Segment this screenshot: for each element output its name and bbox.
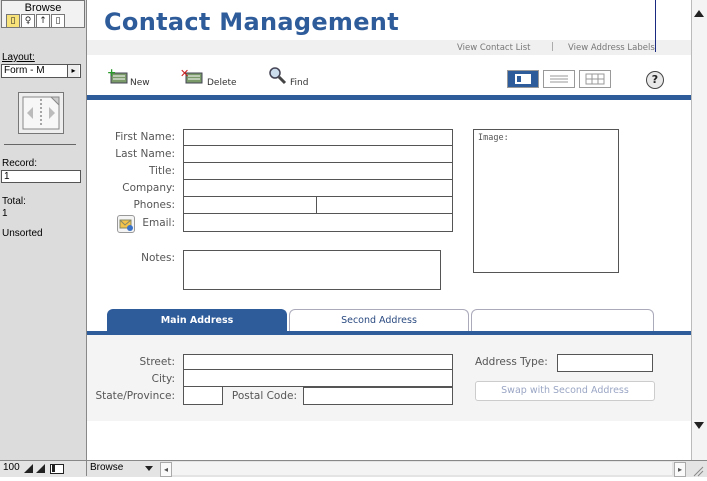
mode-select-value: Browse <box>90 462 124 473</box>
image-label: Image: <box>478 133 509 143</box>
pointer-line <box>655 0 656 52</box>
address-type-label: Address Type: <box>475 356 548 368</box>
record-book[interactable] <box>18 92 64 134</box>
street-label: Street: <box>139 356 175 368</box>
email-icon <box>119 219 133 231</box>
header-divider <box>87 95 691 100</box>
address-type-field[interactable] <box>557 354 653 372</box>
send-email-button[interactable] <box>117 215 135 233</box>
scroll-right-icon[interactable]: ▸ <box>674 462 686 477</box>
page-title: Contact Management <box>104 8 399 36</box>
company-field[interactable] <box>183 180 453 197</box>
postal-code-label: Postal Code: <box>231 390 297 402</box>
layout-mode-icon[interactable]: ↑ <box>36 14 50 28</box>
state-province-label: State/Province: <box>95 390 175 402</box>
first-name-label: First Name: <box>115 131 175 143</box>
title-label: Title: <box>148 165 175 177</box>
status-area: Browse ▯ ♀ ↑ ▯ Layout: Form - M ▸ Record… <box>0 0 87 460</box>
zoom-in-icon[interactable] <box>36 464 45 473</box>
svg-text:✕: ✕ <box>180 68 189 80</box>
tab-empty[interactable] <box>471 309 654 331</box>
browse-mode-icon[interactable]: ▯ <box>6 14 20 28</box>
title-field[interactable] <box>183 163 453 180</box>
delete-label: Delete <box>207 78 237 88</box>
notes-field[interactable] <box>183 250 441 290</box>
preview-mode-icon[interactable]: ▯ <box>51 14 65 28</box>
mode-label: Browse <box>24 2 62 14</box>
delete-record-icon: ✕ <box>180 67 204 88</box>
phones-label: Phones: <box>133 199 175 211</box>
chevron-right-icon[interactable]: ▸ <box>67 65 79 77</box>
chevron-down-icon[interactable] <box>145 466 153 471</box>
table-view-icon <box>585 73 605 85</box>
scroll-left-icon[interactable]: ◂ <box>160 462 172 477</box>
magnifier-icon <box>268 66 288 90</box>
link-separator: | <box>551 42 555 52</box>
phone-2-field[interactable] <box>316 197 453 214</box>
new-label: New <box>130 78 150 88</box>
status-area-toggle-fill <box>52 465 55 472</box>
resize-grip-icon[interactable] <box>690 462 704 477</box>
record-slider[interactable] <box>4 144 76 145</box>
email-field[interactable] <box>183 214 453 232</box>
book-icon <box>22 96 60 130</box>
record-number-field[interactable]: 1 <box>1 170 81 183</box>
scroll-down-icon[interactable] <box>694 422 704 429</box>
mode-box: Browse ▯ ♀ ↑ ▯ <box>1 0 85 28</box>
horizontal-scrollbar[interactable] <box>172 462 672 475</box>
zoom-out-icon[interactable] <box>24 464 33 473</box>
last-name-field[interactable] <box>183 146 453 163</box>
notes-label: Notes: <box>141 252 175 264</box>
phone-1-field[interactable] <box>183 197 317 214</box>
list-view-button[interactable] <box>543 70 575 88</box>
list-view-icon <box>550 75 568 83</box>
layout-select-value: Form - M <box>4 65 45 76</box>
city-field[interactable] <box>183 370 453 387</box>
tab-second-address[interactable]: Second Address <box>289 309 469 331</box>
help-icon[interactable]: ? <box>646 71 664 89</box>
layout-content: Contact Management View Contact List | V… <box>87 0 691 460</box>
first-name-field[interactable] <box>183 129 453 146</box>
zoom-level: 100 <box>3 462 20 473</box>
bottom-bar: 100 Browse ◂ ▸ <box>0 460 707 477</box>
view-address-labels-link[interactable]: View Address Labels <box>568 43 655 53</box>
postal-code-field[interactable] <box>303 387 453 405</box>
table-view-button[interactable] <box>579 70 611 88</box>
last-name-label: Last Name: <box>115 148 175 160</box>
layout-label: Layout: <box>2 52 35 63</box>
company-label: Company: <box>122 182 175 194</box>
sort-status: Unsorted <box>2 228 43 239</box>
total-value: 1 <box>2 208 8 219</box>
street-field[interactable] <box>183 354 453 370</box>
record-label: Record: <box>2 158 38 169</box>
tab-main-address[interactable]: Main Address <box>107 309 287 331</box>
form-view-icon <box>515 74 531 84</box>
scroll-up-icon[interactable] <box>694 10 704 17</box>
svg-text:+: + <box>107 68 116 79</box>
vertical-scrollbar[interactable] <box>691 0 707 460</box>
new-record-icon: + <box>107 66 129 88</box>
city-label: City: <box>151 373 175 385</box>
layout-select[interactable]: Form - M ▸ <box>1 64 81 78</box>
total-label: Total: <box>2 196 26 207</box>
form-view-button[interactable] <box>507 70 539 88</box>
swap-address-button[interactable]: Swap with Second Address <box>475 381 655 401</box>
view-contact-list-link[interactable]: View Contact List <box>457 43 531 53</box>
state-province-field[interactable] <box>183 387 223 405</box>
find-mode-icon[interactable]: ♀ <box>21 14 35 28</box>
image-container[interactable]: Image: <box>473 129 619 273</box>
find-label: Find <box>290 78 309 88</box>
